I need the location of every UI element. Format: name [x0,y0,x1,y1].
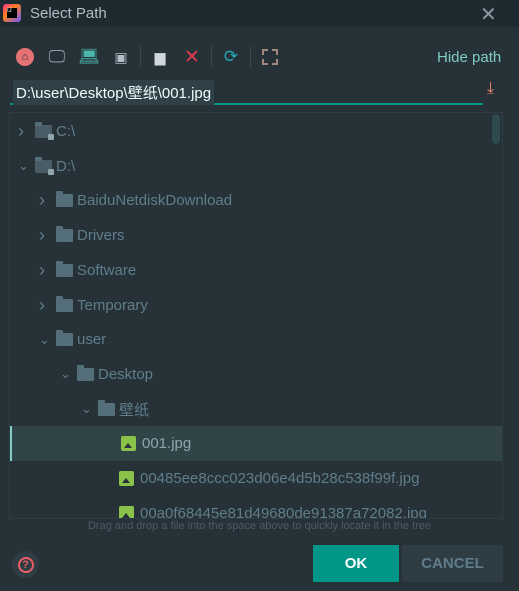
toolbar-separator [140,46,141,68]
delete-icon[interactable]: ✕ [179,44,205,70]
tree-item-label: Desktop [98,365,154,383]
help-button[interactable]: ? [12,551,39,578]
toggle-hidden-icon[interactable] [257,44,283,70]
tree-item-label: 壁纸 [119,401,150,419]
image-file-icon [119,471,134,486]
help-icon: ? [17,556,34,573]
tree-item[interactable]: 00485ee8ccc023d06e4d5b28c538f99f.jpg [10,461,502,496]
chevron-down-icon[interactable]: ⌄ [39,332,51,348]
chevron-down-icon[interactable]: ⌄ [60,366,72,382]
tree-item-label: user [77,331,107,349]
tree-scrollbar[interactable] [492,114,500,144]
chevron-down-icon[interactable]: ⌄ [18,158,30,174]
tree-item[interactable]: ⌄ user [10,322,502,357]
hide-path-link[interactable]: Hide path [437,49,501,66]
tree-item[interactable]: ⌄ Desktop [10,357,502,392]
tree-item[interactable]: ⌄ D:\ [10,149,502,184]
toolbar-separator [250,46,251,68]
tree-item-label: Temporary [77,296,148,314]
drag-drop-hint: Drag and drop a file into the space abov… [87,520,432,532]
drive-icon [35,156,54,175]
path-input[interactable]: D:\user\Desktop\壁纸\001.jpg [10,80,483,105]
folder-icon [56,226,73,243]
folder-icon [56,260,73,277]
title-bar: IJ Select Path ✕ [0,0,519,27]
tree-item[interactable]: 00a0f68445e81d49680de91387a72082.jpg [10,496,502,519]
desktop-icon[interactable]: 🖵 [44,44,70,70]
tree-item-label: C:\ [56,123,76,140]
cancel-button[interactable]: CANCEL [402,545,503,582]
close-icon[interactable]: ✕ [480,2,497,27]
tree-item-label: Software [77,261,137,279]
module-icon[interactable]: ▣ [108,44,134,70]
chevron-right-icon[interactable]: › [39,260,51,281]
tree-item[interactable]: ⌄ 壁纸 [10,392,502,427]
chevron-down-icon[interactable]: ⌄ [81,401,93,417]
file-tree[interactable]: › C:\ ⌄ D:\ › BaiduNetdiskDownload › Drivers › So… [9,112,503,519]
chevron-right-icon[interactable]: › [39,190,51,211]
path-value[interactable]: D:\user\Desktop\壁纸\001.jpg [13,80,215,105]
tree-item[interactable]: › Temporary [10,288,502,323]
toolbar: ⌂ 🖵 💻︎ ▣ ▆ ✕ ⟳ [12,44,289,70]
home-icon[interactable]: ⌂ [12,44,38,70]
app-logo-icon: IJ [3,4,21,22]
tree-item-label: 001.jpg [142,435,192,453]
chevron-right-icon[interactable]: › [18,121,30,142]
download-icon[interactable]: ⤓ [487,80,494,98]
tree-item[interactable]: › BaiduNetdiskDownload [10,183,502,218]
folder-icon [98,399,115,416]
folder-icon [77,364,94,381]
tree-item-label: D:\ [56,157,76,175]
refresh-icon[interactable]: ⟳ [218,44,244,70]
dialog-title: Select Path [30,5,107,22]
tree-item[interactable]: › C:\ [10,114,502,149]
tree-item-label: Drivers [77,227,125,245]
tree-item-label: 00485ee8ccc023d06e4d5b28c538f99f.jpg [140,470,420,487]
tree-item[interactable]: › Drivers [10,218,502,253]
toolbar-separator [211,46,212,68]
tree-item-label: 00a0f68445e81d49680de91387a72082.jpg [140,504,427,519]
project-icon[interactable]: 💻︎ [76,44,102,70]
folder-icon [56,330,73,347]
drive-icon [35,122,54,140]
chevron-right-icon[interactable]: › [39,295,51,316]
new-folder-icon[interactable]: ▆ [147,44,173,70]
folder-icon [56,295,73,312]
image-file-icon [121,436,136,452]
tree-item[interactable]: › Software [10,253,502,288]
chevron-right-icon[interactable]: › [39,225,51,246]
folder-icon [56,191,73,208]
ok-button[interactable]: OK [313,545,399,582]
image-file-icon [119,505,134,518]
tree-item[interactable]: 001.jpg [10,426,502,462]
tree-item-label: BaiduNetdiskDownload [77,192,233,210]
